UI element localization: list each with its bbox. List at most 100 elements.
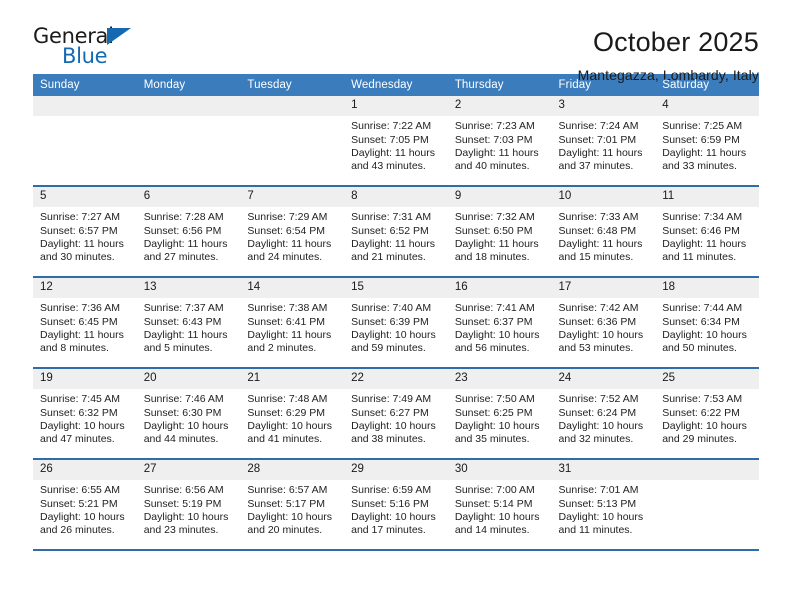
calendar-day-cell[interactable]: 24 Sunrise: 7:52 AM Sunset: 6:24 PM Dayligh… [551, 368, 656, 460]
sunrise-time: Sunrise: 7:50 AM [454, 393, 535, 406]
calendar-day-cell[interactable]: 31 Sunrise: 7:01 AM Sunset: 5:13 PM Dayligh… [551, 459, 656, 551]
daylight-duration-line1: Daylight: 10 hours [351, 329, 436, 342]
calendar-day-cell[interactable]: 10 Sunrise: 7:33 AM Sunset: 6:48 PM Dayligh… [551, 186, 656, 278]
daylight-duration-line2: and 47 minutes. [40, 433, 115, 446]
day-number: 21 [240, 369, 345, 390]
day-cell-inner: 24 Sunrise: 7:52 AM Sunset: 6:24 PM Dayligh… [551, 369, 656, 458]
sunrise-time: Sunrise: 6:56 AM [143, 484, 224, 497]
calendar-day-cell[interactable]: 8 Sunrise: 7:31 AM Sunset: 6:52 PM Daylight… [344, 186, 448, 278]
calendar-day-cell[interactable]: 2 Sunrise: 7:23 AM Sunset: 7:03 PM Daylight… [447, 96, 552, 187]
calendar-day-cell[interactable]: 20 Sunrise: 7:46 AM Sunset: 6:30 PM Dayligh… [136, 368, 241, 460]
calendar-day-cell[interactable]: 28 Sunrise: 6:57 AM Sunset: 5:17 PM Dayligh… [240, 459, 345, 551]
daylight-duration-line1: Daylight: 10 hours [558, 329, 644, 342]
calendar-day-cell[interactable]: 29 Sunrise: 6:59 AM Sunset: 5:16 PM Dayligh… [344, 459, 448, 551]
calendar-day-cell[interactable]: 17 Sunrise: 7:42 AM Sunset: 6:36 PM Dayligh… [551, 277, 656, 369]
day-cell-inner: 30 Sunrise: 7:00 AM Sunset: 5:14 PM Dayligh… [447, 460, 552, 549]
sunset-time: Sunset: 5:21 PM [40, 497, 118, 510]
day-number: 5 [33, 187, 137, 208]
daylight-duration-line2: and 37 minutes. [558, 160, 634, 173]
day-cell-inner: 8 Sunrise: 7:31 AM Sunset: 6:52 PM Daylight… [344, 187, 448, 276]
sun-times-info: Sunrise: 7:32 AM Sunset: 6:50 PM Daylight:… [448, 207, 552, 265]
sunrise-sunset-calendar: Sunday Monday Tuesday Wednesday Thursday… [33, 74, 759, 551]
daylight-duration-line1: Daylight: 10 hours [454, 329, 540, 342]
day-cell-inner: 13 Sunrise: 7:37 AM Sunset: 6:43 PM Dayligh… [136, 278, 241, 367]
sunset-time: Sunset: 6:22 PM [662, 406, 740, 419]
day-cell-inner: 18 Sunrise: 7:44 AM Sunset: 6:34 PM Dayligh… [655, 278, 759, 367]
daylight-duration-line1: Daylight: 10 hours [351, 511, 436, 524]
day-number: 11 [655, 187, 759, 208]
calendar-day-cell[interactable]: 18 Sunrise: 7:44 AM Sunset: 6:34 PM Dayligh… [655, 277, 759, 369]
sunrise-time: Sunrise: 7:36 AM [40, 302, 120, 315]
calendar-day-cell[interactable]: 4 Sunrise: 7:25 AM Sunset: 6:59 PM Daylight… [655, 96, 759, 187]
calendar-day-cell[interactable]: 19 Sunrise: 7:45 AM Sunset: 6:32 PM Dayligh… [33, 368, 137, 460]
calendar-day-cell[interactable]: 27 Sunrise: 6:56 AM Sunset: 5:19 PM Dayligh… [136, 459, 241, 551]
daylight-duration-line2: and 15 minutes. [558, 251, 634, 264]
daylight-duration-line2: and 53 minutes. [558, 342, 634, 355]
sun-times-info: Sunrise: 7:23 AM Sunset: 7:03 PM Daylight:… [448, 116, 552, 174]
daylight-duration-line1: Daylight: 11 hours [351, 147, 435, 160]
calendar-day-cell[interactable]: 12 Sunrise: 7:36 AM Sunset: 6:45 PM Dayligh… [33, 277, 137, 369]
generalblue-logo[interactable]: General Blue [33, 26, 143, 72]
daylight-duration-line2: and 27 minutes. [143, 251, 219, 264]
daylight-duration-line2: and 40 minutes. [454, 160, 530, 173]
sun-times-info: Sunrise: 7:27 AM Sunset: 6:57 PM Daylight:… [33, 207, 137, 265]
calendar-day-cell[interactable]: 1 Sunrise: 7:22 AM Sunset: 7:05 PM Daylight… [344, 96, 448, 187]
day-cell-inner: 16 Sunrise: 7:41 AM Sunset: 6:37 PM Dayligh… [447, 278, 552, 367]
sunset-time: Sunset: 6:34 PM [662, 315, 740, 328]
sunrise-time: Sunrise: 7:25 AM [662, 120, 743, 133]
sun-times-info: Sunrise: 7:33 AM Sunset: 6:48 PM Daylight:… [552, 207, 656, 265]
daylight-duration-line1: Daylight: 11 hours [143, 329, 228, 342]
sunrise-time: Sunrise: 7:23 AM [454, 120, 535, 133]
day-number [240, 96, 345, 116]
calendar-day-cell[interactable]: 15 Sunrise: 7:40 AM Sunset: 6:39 PM Dayligh… [344, 277, 448, 369]
sunrise-time: Sunrise: 7:32 AM [454, 211, 535, 224]
daylight-duration-line2: and 44 minutes. [143, 433, 219, 446]
calendar-day-cell[interactable]: 22 Sunrise: 7:49 AM Sunset: 6:27 PM Dayligh… [344, 368, 448, 460]
daylight-duration-line1: Daylight: 10 hours [40, 420, 125, 433]
day-cell-inner: 29 Sunrise: 6:59 AM Sunset: 5:16 PM Dayligh… [344, 460, 448, 549]
calendar-day-cell[interactable]: 21 Sunrise: 7:48 AM Sunset: 6:29 PM Dayligh… [240, 368, 345, 460]
day-cell-inner [240, 96, 345, 185]
daylight-duration-line1: Daylight: 11 hours [40, 238, 124, 251]
sunset-time: Sunset: 5:13 PM [558, 497, 637, 510]
calendar-day-cell[interactable]: 11 Sunrise: 7:34 AM Sunset: 6:46 PM Dayligh… [655, 186, 759, 278]
day-number: 1 [344, 96, 448, 117]
day-cell-inner: 28 Sunrise: 6:57 AM Sunset: 5:17 PM Dayligh… [240, 460, 345, 549]
daylight-duration-line2: and 18 minutes. [454, 251, 530, 264]
sunset-time: Sunset: 6:45 PM [40, 315, 118, 328]
calendar-day-cell[interactable]: 16 Sunrise: 7:41 AM Sunset: 6:37 PM Dayligh… [447, 277, 552, 369]
calendar-day-cell[interactable]: 7 Sunrise: 7:29 AM Sunset: 6:54 PM Daylight… [240, 186, 345, 278]
sunrise-time: Sunrise: 7:38 AM [247, 302, 328, 315]
sunset-time: Sunset: 6:57 PM [40, 224, 118, 237]
daylight-duration-line1: Daylight: 11 hours [662, 147, 747, 160]
calendar-day-cell[interactable]: 26 Sunrise: 6:55 AM Sunset: 5:21 PM Dayligh… [33, 459, 137, 551]
daylight-duration-line2: and 35 minutes. [454, 433, 530, 446]
daylight-duration-line2: and 5 minutes. [143, 342, 213, 355]
sun-times-info: Sunrise: 7:52 AM Sunset: 6:24 PM Daylight:… [552, 389, 656, 447]
day-number: 26 [33, 460, 137, 481]
day-cell-inner: 3 Sunrise: 7:24 AM Sunset: 7:01 PM Daylight… [551, 96, 656, 185]
calendar-day-cell[interactable]: 9 Sunrise: 7:32 AM Sunset: 6:50 PM Daylight… [447, 186, 552, 278]
calendar-day-cell-empty [240, 96, 345, 187]
calendar-day-cell[interactable]: 14 Sunrise: 7:38 AM Sunset: 6:41 PM Dayligh… [240, 277, 345, 369]
daylight-duration-line2: and 41 minutes. [247, 433, 323, 446]
daylight-duration-line2: and 21 minutes. [351, 251, 426, 264]
day-cell-inner: 14 Sunrise: 7:38 AM Sunset: 6:41 PM Dayligh… [240, 278, 345, 367]
calendar-day-cell[interactable]: 5 Sunrise: 7:27 AM Sunset: 6:57 PM Daylight… [33, 186, 137, 278]
day-number: 6 [136, 187, 241, 208]
calendar-day-cell[interactable]: 25 Sunrise: 7:53 AM Sunset: 6:22 PM Dayligh… [655, 368, 759, 460]
day-cell-inner: 10 Sunrise: 7:33 AM Sunset: 6:48 PM Dayligh… [551, 187, 656, 276]
day-cell-inner [136, 96, 241, 185]
calendar-day-cell[interactable]: 6 Sunrise: 7:28 AM Sunset: 6:56 PM Daylight… [136, 186, 241, 278]
sun-times-info: Sunrise: 6:56 AM Sunset: 5:19 PM Daylight:… [137, 480, 241, 538]
calendar-week-row: 26 Sunrise: 6:55 AM Sunset: 5:21 PM Dayligh… [33, 459, 759, 551]
daylight-duration-line1: Daylight: 10 hours [454, 511, 540, 524]
weekday-header-monday: Monday [136, 74, 241, 96]
weekday-header-tuesday: Tuesday [240, 74, 345, 96]
calendar-day-cell[interactable]: 23 Sunrise: 7:50 AM Sunset: 6:25 PM Dayligh… [447, 368, 552, 460]
calendar-day-cell[interactable]: 30 Sunrise: 7:00 AM Sunset: 5:14 PM Dayligh… [447, 459, 552, 551]
day-number: 15 [344, 278, 448, 299]
calendar-day-cell[interactable]: 13 Sunrise: 7:37 AM Sunset: 6:43 PM Dayligh… [136, 277, 241, 369]
calendar-day-cell[interactable]: 3 Sunrise: 7:24 AM Sunset: 7:01 PM Daylight… [551, 96, 656, 187]
daylight-duration-line1: Daylight: 11 hours [662, 238, 747, 251]
